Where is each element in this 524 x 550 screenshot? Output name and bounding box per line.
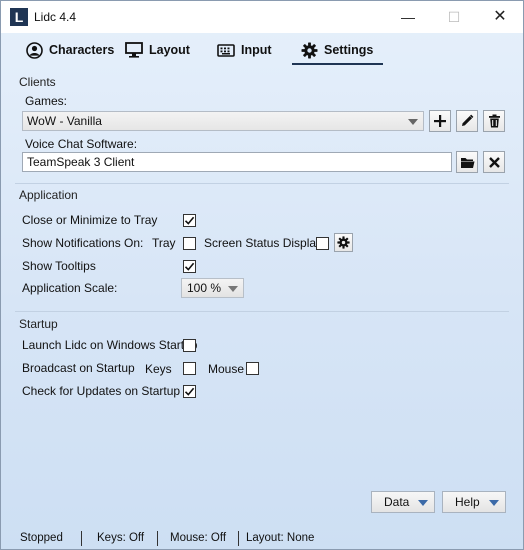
tray-label: Tray — [152, 236, 176, 250]
status-separator — [81, 531, 82, 546]
browse-voice-chat-button[interactable] — [456, 151, 478, 173]
broadcast-mouse-checkbox[interactable] — [246, 362, 259, 375]
app-logo-icon: L — [10, 8, 28, 26]
voice-chat-field[interactable]: TeamSpeak 3 Client — [22, 152, 452, 172]
close-minimize-checkbox[interactable] — [183, 214, 196, 227]
chevron-down-icon — [418, 500, 428, 506]
application-section-title: Application — [19, 188, 78, 202]
add-game-button[interactable] — [429, 110, 451, 132]
chevron-down-icon — [408, 119, 418, 125]
checkmark-icon — [184, 216, 195, 225]
clients-section-title: Clients — [19, 75, 56, 89]
check-updates-label: Check for Updates on Startup — [22, 384, 181, 398]
status-keys: Keys: Off — [97, 532, 145, 544]
main-tabs: Characters Layout Input Settings — [1, 37, 523, 65]
scale-value: 100 % — [187, 281, 222, 295]
games-select[interactable]: WoW - Vanilla — [22, 111, 424, 131]
screen-status-label: Screen Status Display — [204, 236, 323, 250]
window-title: Lidc 4.4 — [34, 10, 77, 24]
help-menu-button[interactable]: Help — [442, 491, 506, 513]
tab-settings[interactable]: Settings — [292, 37, 384, 65]
tooltips-label: Show Tooltips — [22, 259, 96, 273]
check-updates-checkbox[interactable] — [183, 385, 196, 398]
data-button-label: Data — [384, 495, 410, 509]
status-separator — [238, 531, 239, 546]
tab-label: Input — [241, 43, 272, 57]
tab-label: Characters — [49, 43, 115, 57]
keys-label: Keys — [145, 362, 172, 376]
status-mouse: Mouse: Off — [170, 532, 227, 544]
status-layout: Layout: None — [246, 532, 315, 544]
screen-status-settings-button[interactable] — [334, 233, 353, 252]
delete-game-button[interactable] — [483, 110, 505, 132]
trash-icon — [488, 114, 500, 128]
tab-label: Layout — [149, 43, 190, 57]
broadcast-keys-checkbox[interactable] — [183, 362, 196, 375]
help-button-label: Help — [455, 495, 480, 509]
notifications-label: Show Notifications On: — [22, 236, 144, 250]
tab-input[interactable]: Input — [217, 37, 272, 63]
scale-select[interactable]: 100 % — [181, 278, 244, 298]
edit-game-button[interactable] — [456, 110, 478, 132]
voice-chat-label: Voice Chat Software: — [25, 137, 138, 151]
launch-startup-label: Launch Lidc on Windows Startup — [22, 338, 198, 352]
chevron-down-icon — [228, 286, 238, 292]
tab-layout[interactable]: Layout — [125, 37, 190, 63]
games-label: Games: — [25, 94, 68, 108]
app-window: L Lidc 4.4 — ☐ ✕ Characters Layout Input — [0, 0, 524, 550]
gear-icon — [300, 41, 318, 59]
scale-label: Application Scale: — [22, 281, 118, 295]
screen-status-checkbox[interactable] — [316, 237, 329, 250]
keyboard-icon — [217, 41, 235, 59]
folder-icon — [460, 157, 474, 168]
games-selected-value: WoW - Vanilla — [27, 114, 102, 128]
section-divider — [15, 311, 509, 312]
x-icon — [488, 156, 500, 168]
checkmark-icon — [184, 387, 195, 396]
status-state: Stopped — [20, 532, 63, 544]
status-separator — [157, 531, 158, 546]
close-minimize-label: Close or Minimize to Tray — [22, 213, 158, 227]
clear-voice-chat-button[interactable] — [483, 151, 505, 173]
user-circle-icon — [25, 41, 43, 59]
startup-section-title: Startup — [19, 317, 58, 331]
data-menu-button[interactable]: Data — [371, 491, 435, 513]
tray-checkbox[interactable] — [183, 237, 196, 250]
mouse-label: Mouse — [208, 362, 245, 376]
close-button[interactable]: ✕ — [477, 1, 523, 33]
status-bar: Stopped Keys: Off Mouse: Off Layout: Non… — [1, 528, 523, 549]
voice-chat-value: TeamSpeak 3 Client — [27, 155, 135, 169]
monitor-icon — [125, 41, 143, 59]
checkmark-icon — [184, 262, 195, 271]
chevron-down-icon — [489, 500, 499, 506]
plus-icon — [434, 115, 446, 127]
tab-label: Settings — [324, 43, 374, 57]
section-divider — [15, 183, 509, 184]
tooltips-checkbox[interactable] — [183, 260, 196, 273]
pencil-icon — [462, 114, 474, 126]
maximize-button[interactable]: ☐ — [431, 1, 477, 33]
launch-startup-checkbox[interactable] — [183, 339, 196, 352]
broadcast-label: Broadcast on Startup — [22, 361, 135, 375]
tab-characters[interactable]: Characters — [25, 37, 114, 63]
gear-icon — [337, 236, 350, 249]
minimize-button[interactable]: — — [385, 1, 431, 33]
title-bar: L Lidc 4.4 — ☐ ✕ — [1, 1, 523, 33]
